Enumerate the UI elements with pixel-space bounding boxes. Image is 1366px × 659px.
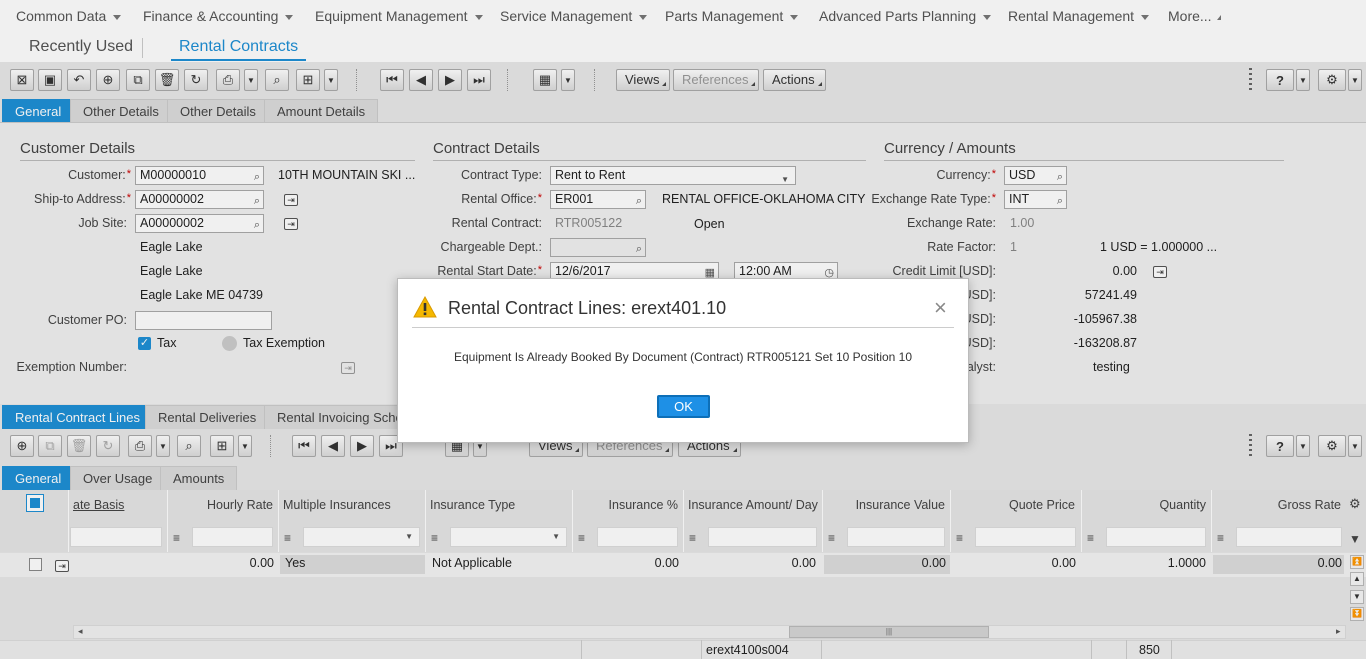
- alert-dialog: Rental Contract Lines: erext401.10 × Equ…: [397, 278, 969, 443]
- dialog-message: Equipment Is Already Booked By Document …: [453, 350, 913, 364]
- close-icon[interactable]: ×: [934, 297, 947, 319]
- warning-icon: [413, 296, 437, 318]
- ok-button[interactable]: OK: [657, 395, 710, 418]
- dialog-title: Rental Contract Lines: erext401.10: [448, 298, 727, 318]
- dialog-divider: [412, 327, 954, 328]
